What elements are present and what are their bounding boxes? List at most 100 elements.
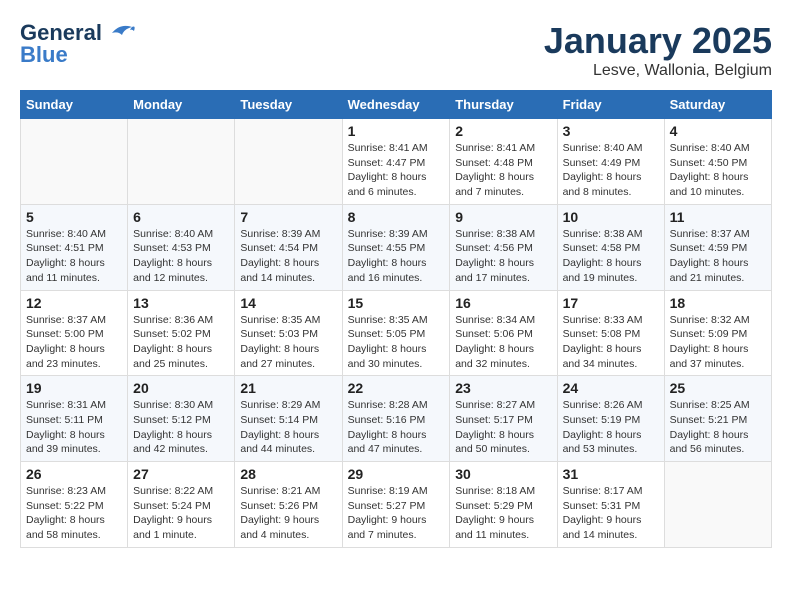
- calendar-cell: 26 Sunrise: 8:23 AM Sunset: 5:22 PM Dayli…: [21, 462, 128, 548]
- calendar-cell: 9 Sunrise: 8:38 AM Sunset: 4:56 PM Daylig…: [450, 204, 557, 290]
- location-subtitle: Lesve, Wallonia, Belgium: [544, 62, 772, 80]
- calendar-cell: 11 Sunrise: 8:37 AM Sunset: 4:59 PM Dayli…: [664, 204, 771, 290]
- calendar-cell: 6Sunrise: 8:40 AM Sunset: 4:53 PM Daylig…: [128, 204, 235, 290]
- day-info: Sunrise: 8:29 AM Sunset: 5:14 PM Dayligh…: [240, 398, 336, 457]
- calendar-cell: 12 Sunrise: 8:37 AM Sunset: 5:00 PM Dayli…: [21, 290, 128, 376]
- calendar-cell: 28Sunrise: 8:21 AM Sunset: 5:26 PM Dayli…: [235, 462, 342, 548]
- day-number: 7: [240, 209, 336, 225]
- day-info: Sunrise: 8:40 AM Sunset: 4:53 PM Dayligh…: [133, 227, 229, 286]
- calendar-cell: 18Sunrise: 8:32 AM Sunset: 5:09 PM Dayli…: [664, 290, 771, 376]
- day-number: 22: [348, 380, 445, 396]
- day-number: 9: [455, 209, 551, 225]
- calendar-cell: 15 Sunrise: 8:35 AM Sunset: 5:05 PM Dayli…: [342, 290, 450, 376]
- calendar-cell: 24 Sunrise: 8:26 AM Sunset: 5:19 PM Dayli…: [557, 376, 664, 462]
- col-header-friday: Friday: [557, 91, 664, 119]
- calendar-cell: 20 Sunrise: 8:30 AM Sunset: 5:12 PM Dayli…: [128, 376, 235, 462]
- day-info: Sunrise: 8:27 AM Sunset: 5:17 PM Dayligh…: [455, 398, 551, 457]
- day-info: Sunrise: 8:40 AM Sunset: 4:50 PM Dayligh…: [670, 141, 766, 200]
- col-header-tuesday: Tuesday: [235, 91, 342, 119]
- calendar-cell: 10 Sunrise: 8:38 AM Sunset: 4:58 PM Dayli…: [557, 204, 664, 290]
- day-number: 19: [26, 380, 122, 396]
- page-header: General Blue January 2025 Lesve, Walloni…: [20, 20, 772, 80]
- calendar-cell: 21 Sunrise: 8:29 AM Sunset: 5:14 PM Dayli…: [235, 376, 342, 462]
- day-info: Sunrise: 8:37 AM Sunset: 5:00 PM Dayligh…: [26, 313, 122, 372]
- day-info: Sunrise: 8:31 AM Sunset: 5:11 PM Dayligh…: [26, 398, 122, 457]
- week-row-1: 1 Sunrise: 8:41 AM Sunset: 4:47 PM Daylig…: [21, 119, 772, 205]
- day-number: 12: [26, 295, 122, 311]
- col-header-saturday: Saturday: [664, 91, 771, 119]
- day-info: Sunrise: 8:36 AM Sunset: 5:02 PM Dayligh…: [133, 313, 229, 372]
- day-info: Sunrise: 8:32 AM Sunset: 5:09 PM Dayligh…: [670, 313, 766, 372]
- logo-text-blue: Blue: [20, 42, 68, 68]
- day-info: Sunrise: 8:38 AM Sunset: 4:58 PM Dayligh…: [563, 227, 659, 286]
- day-info: Sunrise: 8:35 AM Sunset: 5:05 PM Dayligh…: [348, 313, 445, 372]
- calendar-header-row: SundayMondayTuesdayWednesdayThursdayFrid…: [21, 91, 772, 119]
- day-number: 30: [455, 466, 551, 482]
- day-number: 8: [348, 209, 445, 225]
- day-number: 25: [670, 380, 766, 396]
- day-number: 27: [133, 466, 229, 482]
- day-info: Sunrise: 8:41 AM Sunset: 4:47 PM Dayligh…: [348, 141, 445, 200]
- day-info: Sunrise: 8:25 AM Sunset: 5:21 PM Dayligh…: [670, 398, 766, 457]
- day-info: Sunrise: 8:41 AM Sunset: 4:48 PM Dayligh…: [455, 141, 551, 200]
- week-row-4: 19 Sunrise: 8:31 AM Sunset: 5:11 PM Dayli…: [21, 376, 772, 462]
- calendar-cell: [128, 119, 235, 205]
- day-info: Sunrise: 8:26 AM Sunset: 5:19 PM Dayligh…: [563, 398, 659, 457]
- calendar-cell: 3 Sunrise: 8:40 AM Sunset: 4:49 PM Daylig…: [557, 119, 664, 205]
- week-row-5: 26 Sunrise: 8:23 AM Sunset: 5:22 PM Dayli…: [21, 462, 772, 548]
- day-number: 10: [563, 209, 659, 225]
- day-info: Sunrise: 8:38 AM Sunset: 4:56 PM Dayligh…: [455, 227, 551, 286]
- calendar-cell: 17 Sunrise: 8:33 AM Sunset: 5:08 PM Dayli…: [557, 290, 664, 376]
- calendar-cell: [21, 119, 128, 205]
- calendar-cell: [664, 462, 771, 548]
- title-block: January 2025 Lesve, Wallonia, Belgium: [544, 20, 772, 80]
- day-number: 26: [26, 466, 122, 482]
- month-title: January 2025: [544, 20, 772, 62]
- col-header-monday: Monday: [128, 91, 235, 119]
- day-number: 15: [348, 295, 445, 311]
- col-header-sunday: Sunday: [21, 91, 128, 119]
- day-info: Sunrise: 8:39 AM Sunset: 4:54 PM Dayligh…: [240, 227, 336, 286]
- day-info: Sunrise: 8:40 AM Sunset: 4:49 PM Dayligh…: [563, 141, 659, 200]
- calendar-cell: 5 Sunrise: 8:40 AM Sunset: 4:51 PM Daylig…: [21, 204, 128, 290]
- calendar-cell: 29Sunrise: 8:19 AM Sunset: 5:27 PM Dayli…: [342, 462, 450, 548]
- day-number: 31: [563, 466, 659, 482]
- calendar-cell: 25 Sunrise: 8:25 AM Sunset: 5:21 PM Dayli…: [664, 376, 771, 462]
- day-info: Sunrise: 8:22 AM Sunset: 5:24 PM Dayligh…: [133, 484, 229, 543]
- calendar-cell: 13Sunrise: 8:36 AM Sunset: 5:02 PM Dayli…: [128, 290, 235, 376]
- calendar-cell: 1 Sunrise: 8:41 AM Sunset: 4:47 PM Daylig…: [342, 119, 450, 205]
- day-info: Sunrise: 8:35 AM Sunset: 5:03 PM Dayligh…: [240, 313, 336, 372]
- calendar-cell: 4 Sunrise: 8:40 AM Sunset: 4:50 PM Daylig…: [664, 119, 771, 205]
- calendar-cell: 8Sunrise: 8:39 AM Sunset: 4:55 PM Daylig…: [342, 204, 450, 290]
- calendar-cell: 2 Sunrise: 8:41 AM Sunset: 4:48 PM Daylig…: [450, 119, 557, 205]
- day-info: Sunrise: 8:37 AM Sunset: 4:59 PM Dayligh…: [670, 227, 766, 286]
- calendar-cell: 14 Sunrise: 8:35 AM Sunset: 5:03 PM Dayli…: [235, 290, 342, 376]
- day-number: 17: [563, 295, 659, 311]
- day-number: 14: [240, 295, 336, 311]
- day-number: 3: [563, 123, 659, 139]
- day-number: 23: [455, 380, 551, 396]
- day-number: 4: [670, 123, 766, 139]
- day-info: Sunrise: 8:28 AM Sunset: 5:16 PM Dayligh…: [348, 398, 445, 457]
- calendar-cell: 19 Sunrise: 8:31 AM Sunset: 5:11 PM Dayli…: [21, 376, 128, 462]
- day-number: 24: [563, 380, 659, 396]
- calendar-cell: 27 Sunrise: 8:22 AM Sunset: 5:24 PM Dayli…: [128, 462, 235, 548]
- day-number: 1: [348, 123, 445, 139]
- day-number: 21: [240, 380, 336, 396]
- day-info: Sunrise: 8:30 AM Sunset: 5:12 PM Dayligh…: [133, 398, 229, 457]
- day-number: 11: [670, 209, 766, 225]
- day-number: 2: [455, 123, 551, 139]
- col-header-wednesday: Wednesday: [342, 91, 450, 119]
- calendar-cell: 23 Sunrise: 8:27 AM Sunset: 5:17 PM Dayli…: [450, 376, 557, 462]
- day-info: Sunrise: 8:40 AM Sunset: 4:51 PM Dayligh…: [26, 227, 122, 286]
- calendar-table: SundayMondayTuesdayWednesdayThursdayFrid…: [20, 90, 772, 548]
- day-info: Sunrise: 8:33 AM Sunset: 5:08 PM Dayligh…: [563, 313, 659, 372]
- day-info: Sunrise: 8:17 AM Sunset: 5:31 PM Dayligh…: [563, 484, 659, 543]
- week-row-3: 12 Sunrise: 8:37 AM Sunset: 5:00 PM Dayli…: [21, 290, 772, 376]
- calendar-cell: 30Sunrise: 8:18 AM Sunset: 5:29 PM Dayli…: [450, 462, 557, 548]
- day-info: Sunrise: 8:34 AM Sunset: 5:06 PM Dayligh…: [455, 313, 551, 372]
- day-info: Sunrise: 8:23 AM Sunset: 5:22 PM Dayligh…: [26, 484, 122, 543]
- logo-bird-icon: [104, 21, 136, 45]
- day-number: 20: [133, 380, 229, 396]
- day-number: 5: [26, 209, 122, 225]
